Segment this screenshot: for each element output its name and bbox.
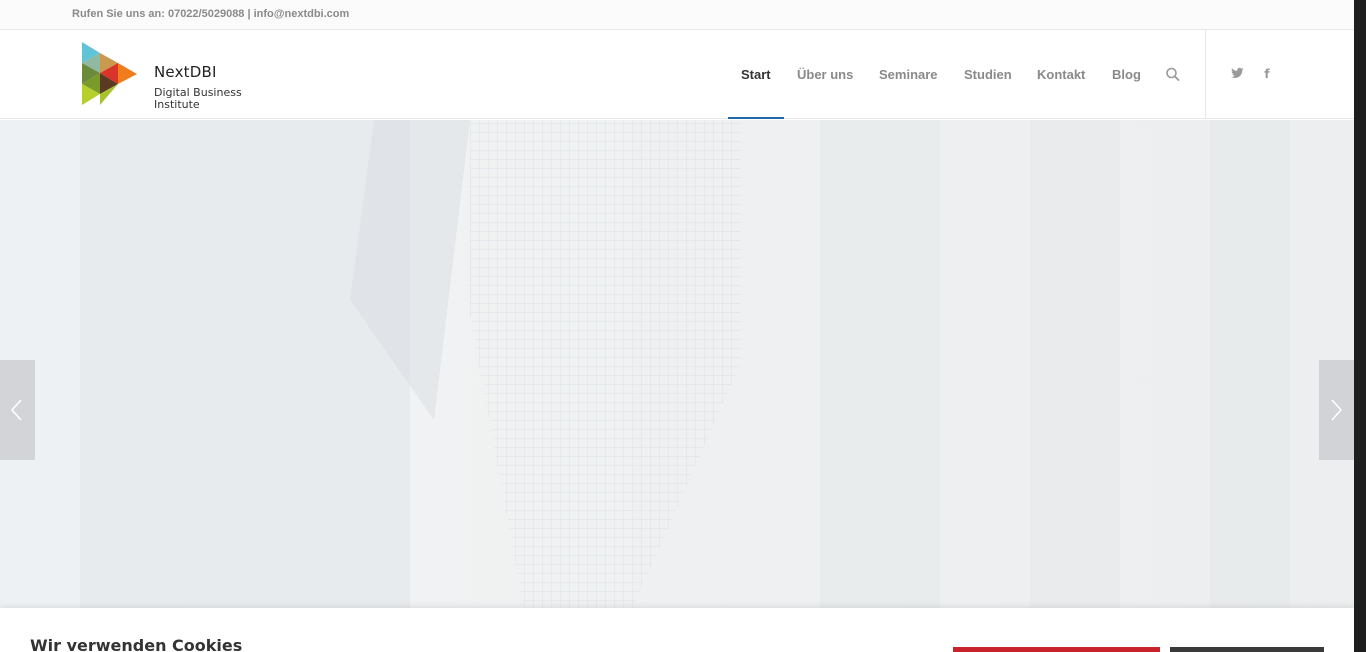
twitter-icon (1230, 67, 1243, 78)
logo-brand-name: NextDBI (154, 63, 217, 81)
site-logo[interactable]: NextDBI Digital Business Institute (81, 41, 251, 113)
facebook-icon: f (1264, 67, 1270, 81)
slider-next-button[interactable] (1319, 360, 1354, 460)
site-header: NextDBI Digital Business Institute (0, 30, 1354, 119)
slider-prev-button[interactable] (0, 360, 35, 460)
hero-figure-shirt (470, 120, 740, 610)
cookie-banner: Wir verwenden Cookies (0, 608, 1354, 652)
logo-mark-icon (82, 42, 137, 105)
top-contact-bar: Rufen Sie uns an: 07022/5029088 | info@n… (0, 0, 1354, 30)
nav-active-indicator (728, 117, 784, 119)
logo-tagline: Digital Business Institute (154, 86, 242, 111)
facebook-link[interactable]: f (1260, 67, 1274, 81)
cookie-settings-button[interactable] (1170, 647, 1324, 652)
page: Rufen Sie uns an: 07022/5029088 | info@n… (0, 0, 1366, 652)
header-divider (1205, 30, 1206, 119)
cookie-banner-title: Wir verwenden Cookies (30, 636, 243, 652)
hero-bg-column-1 (820, 120, 940, 610)
nav-studien[interactable]: Studien (964, 30, 1012, 119)
contact-info: Rufen Sie uns an: 07022/5029088 | info@n… (72, 8, 350, 20)
nav-ueber-uns[interactable]: Über uns (797, 30, 853, 119)
hero-bg-column-3 (1210, 120, 1290, 610)
hero-slider (0, 120, 1354, 610)
twitter-link[interactable] (1230, 67, 1244, 81)
hero-bg-column-2 (1030, 120, 1120, 610)
nav-blog[interactable]: Blog (1112, 30, 1141, 119)
scrollbar[interactable] (1354, 0, 1366, 652)
search-icon (1166, 67, 1180, 81)
search-button[interactable] (1165, 66, 1181, 84)
chevron-right-icon (1331, 399, 1343, 421)
nav-start[interactable]: Start (741, 30, 771, 119)
chevron-left-icon (10, 399, 22, 421)
nav-seminare[interactable]: Seminare (879, 30, 938, 119)
cookie-accept-button[interactable] (953, 647, 1160, 652)
nav-kontakt[interactable]: Kontakt (1037, 30, 1085, 119)
hero-figure-left (80, 120, 410, 610)
